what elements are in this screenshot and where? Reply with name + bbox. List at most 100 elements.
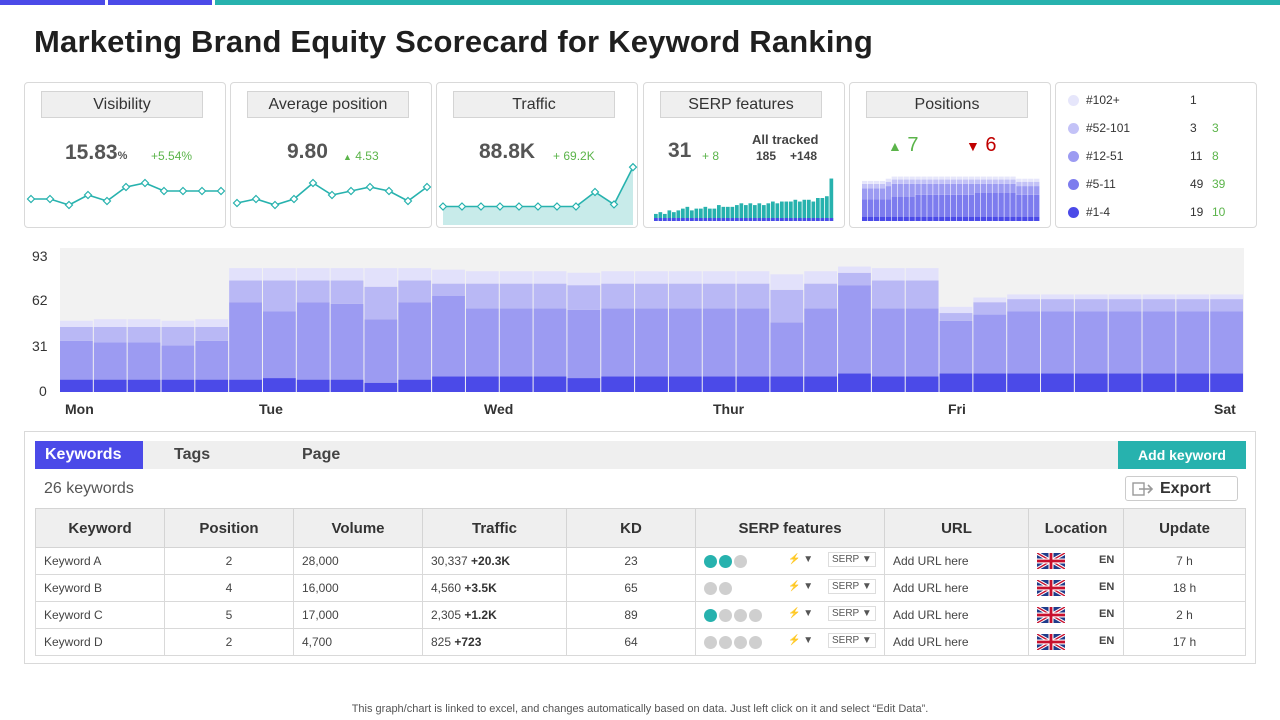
visibility-card[interactable]: Visibility 15.83% +5.54% [24,82,226,228]
chart-bar-segment [635,283,668,309]
y-tick-label: 31 [32,338,48,354]
positions-bar-segment [1022,178,1028,182]
cell-keyword[interactable]: Keyword A [35,547,165,575]
serp-dropdown[interactable]: SERP ▼ [828,633,876,648]
serp-bar-base [811,218,816,221]
cell-keyword[interactable]: Keyword B [35,574,165,602]
serp-bar-base [739,218,744,221]
positions-bar-segment [998,179,1004,184]
legend-delta: 8 [1212,149,1219,163]
positions-bar-segment [885,199,892,217]
positions-bar-segment [897,183,903,197]
cell-update: 18 h [1123,574,1246,602]
tab-page[interactable]: Page [302,441,340,469]
cell-location: EN [1028,574,1124,602]
y-tick-label: 0 [39,383,47,399]
col-update[interactable]: Update [1123,508,1246,548]
card-title: Average position [247,91,409,118]
positions-bar-segment [903,197,909,217]
col-keyword[interactable]: Keyword [35,508,165,548]
traffic-card[interactable]: Traffic 88.8K + 69.2K [436,82,638,228]
col-position[interactable]: Position [164,508,294,548]
positions-bar-segment [986,216,992,221]
col-serp-features[interactable]: SERP features [695,508,885,548]
serp-bar-base [820,218,825,221]
positions-bar-segment [927,179,933,184]
cell-url[interactable]: Add URL here [884,547,1029,575]
col-url[interactable]: URL [884,508,1029,548]
legend-value: 19 [1190,205,1204,219]
tab-tags[interactable]: Tags [174,441,210,469]
cell-keyword[interactable]: Keyword C [35,601,165,629]
positions-bar-segment [1034,178,1040,182]
cell-keyword[interactable]: Keyword D [35,628,165,656]
lightning-dropdown[interactable]: ⚡ ▼ [788,608,813,619]
positions-bar-segment [933,194,939,217]
table-row[interactable]: Keyword D 2 4,700 825 +723 64 ⚡ ▼ SERP ▼ Add UR… [35,628,1246,656]
col-kd[interactable]: KD [566,508,696,548]
cell-url[interactable]: Add URL here [884,601,1029,629]
cell-url[interactable]: Add URL here [884,574,1029,602]
table-row[interactable]: Keyword C 5 17,000 2,305 +1.2K 89 ⚡ ▼ SERP ▼ Ad… [35,601,1246,629]
serp-dropdown[interactable]: SERP ▼ [828,579,876,594]
chart-bar-segment [939,373,973,392]
positions-bar-segment [939,183,945,195]
serp-tracked-label: All tracked [752,132,819,147]
chart-bar-segment [804,308,838,377]
chart-bar-segment [60,340,93,380]
positions-card[interactable]: Positions ▲ 7 ▼ 6 [849,82,1051,228]
serp-bar-base [658,218,663,221]
positions-bar-segment [909,176,915,180]
uk-flag-icon [1037,634,1065,650]
positions-bar-segment [1004,179,1010,184]
positions-bar-segment [1016,216,1022,221]
chart-bar-segment [668,271,702,284]
positions-bar-segment [974,176,981,180]
chart-bar-segment [229,268,262,281]
lightning-dropdown[interactable]: ⚡ ▼ [788,554,813,565]
col-location[interactable]: Location [1028,508,1124,548]
add-keyword-button[interactable]: Add keyword [1118,441,1246,469]
lightning-dropdown[interactable]: ⚡ ▼ [788,581,813,592]
positions-bar-segment [974,192,981,217]
serp-bar-base [721,218,726,221]
chart-bar-segment [398,280,432,303]
cell-update: 7 h [1123,547,1246,575]
positions-bar-segment [939,194,945,217]
table-row[interactable]: Keyword A 2 28,000 30,337 +20.3K 23 ⚡ ▼ SERP ▼… [35,547,1246,575]
serp-dropdown[interactable]: SERP ▼ [828,606,876,621]
serp-bar [807,199,811,221]
export-label: Export [1160,480,1211,497]
serp-bar-base [753,218,757,221]
chart-bar-segment [432,269,465,284]
table-row[interactable]: Keyword B 4 16,000 4,560 +3.5K 65 ⚡ ▼ SERP ▼ Ad… [35,574,1246,602]
serp-feature-dot [749,636,762,650]
positions-bar-segment [939,179,945,184]
chart-bar-segment [1007,373,1041,392]
positions-bar-segment [962,183,969,195]
chart-bar-segment [1142,373,1176,392]
visibility-delta: +5.54% [151,149,193,163]
main-stacked-bar-chart[interactable] [60,248,1244,392]
col-traffic[interactable]: Traffic [422,508,567,548]
positions-bar-segment [933,179,939,184]
export-button[interactable]: Export [1125,476,1238,501]
positions-bar-segment [1010,192,1016,217]
avg-position-card[interactable]: Average position 9.80 ▲ 4.53 [230,82,432,228]
avg-position-sparkline [232,178,432,210]
down-triangle-icon: ▼ [966,138,980,154]
serp-card[interactable]: SERP features 31 + 8 All tracked 185 +14… [643,82,845,228]
trend-point [140,178,150,188]
serp-bar-base [757,218,762,221]
positions-bar-segment [1028,181,1034,187]
serp-dropdown[interactable]: SERP ▼ [828,552,876,567]
cell-url[interactable]: Add URL here [884,628,1029,656]
serp-bar-base [685,218,690,221]
positions-bar-segment [891,197,897,217]
visibility-value: 15.83 [65,141,118,164]
lightning-dropdown[interactable]: ⚡ ▼ [788,635,813,646]
positions-bar-segment [968,179,975,184]
positions-bar-segment [879,180,886,184]
tab-keywords[interactable]: Keywords [35,441,143,469]
col-volume[interactable]: Volume [293,508,423,548]
